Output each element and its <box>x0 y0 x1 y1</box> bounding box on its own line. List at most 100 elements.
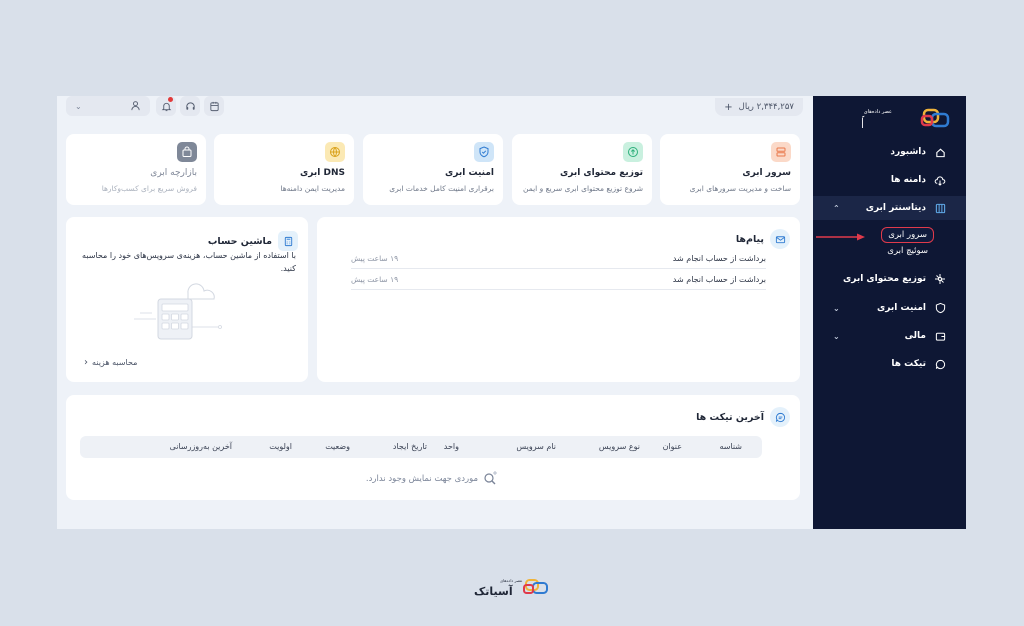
sidebar-item-label: امنیت ابری <box>877 303 926 313</box>
sidebar-item-label: توزیع محتوای ابری <box>842 274 926 284</box>
app-window: آسیاتک عصر داده‌های داشبورد دامنه ها دیت… <box>57 96 966 529</box>
chat-icon <box>770 407 790 427</box>
chat-icon <box>934 358 946 370</box>
wallet-balance[interactable]: ۲,۳۴۴,۲۵۷ ریال + <box>715 98 803 116</box>
cloud-download-icon <box>934 174 946 186</box>
column-header: نام سرویس <box>516 442 556 451</box>
card-description: برقراری امنیت کامل خدمات ابری <box>389 184 494 193</box>
calculator-description: با استفاده از ماشین حساب، هزینه‌ی سرویس‌… <box>82 251 296 273</box>
footer-brand-logo: آسیاتک عصر داده‌های <box>474 578 548 598</box>
calculate-cost-link[interactable]: محاسبه هزینه ‹ <box>84 357 137 368</box>
chevron-left-icon: ‹ <box>84 357 88 368</box>
card-cloud-dns[interactable]: DNS ابری مدیریت ایمن دامنه‌ها <box>214 134 354 205</box>
messages-header: پیام‌ها <box>736 229 790 249</box>
datacenter-icon <box>934 202 946 214</box>
calendar-icon <box>209 97 220 116</box>
column-header: وضعیت <box>325 442 350 451</box>
sidebar-item-cdn[interactable]: توزیع محتوای ابری <box>813 267 966 291</box>
card-cloud-security[interactable]: امنیت ابری برقراری امنیت کامل خدمات ابری <box>363 134 503 205</box>
sidebar-item-domains[interactable]: دامنه ها <box>813 168 966 192</box>
shopping-bag-icon <box>177 142 197 162</box>
card-description: مدیریت ایمن دامنه‌ها <box>280 184 345 193</box>
chevron-down-icon: ⌄ <box>75 101 82 111</box>
chevron-up-icon: ⌃ <box>833 203 840 213</box>
message-row[interactable]: برداشت از حساب انجام شد ۱۹ ساعت پیش <box>351 249 766 269</box>
card-title: بازارچه ابری <box>150 168 197 178</box>
message-time: ۱۹ ساعت پیش <box>351 254 399 263</box>
sidebar-subitem-cloud-server[interactable]: سرور ابری <box>881 227 934 243</box>
mail-icon <box>770 229 790 249</box>
messages-title: پیام‌ها <box>735 233 764 245</box>
sidebar-item-cloud-security[interactable]: امنیت ابری ⌄ <box>813 296 966 320</box>
sidebar-item-label: دامنه ها <box>890 175 926 185</box>
calculator-title: ماشین حساب <box>207 235 272 247</box>
headset-icon <box>185 97 196 116</box>
column-header: شناسه <box>719 442 742 451</box>
sidebar-item-finance[interactable]: مالی ⌄ <box>813 324 966 348</box>
sidebar-item-label: دیتاسنتر ابری <box>865 203 926 213</box>
card-cloud-server[interactable]: سرور ابری ساخت و مدیریت سرورهای ابری <box>660 134 800 205</box>
svg-text:عصر داده‌های: عصر داده‌های <box>864 109 892 115</box>
empty-message: موردی جهت نمایش وجود ندارد. <box>365 474 479 484</box>
calculate-cost-label: محاسبه هزینه <box>92 358 138 367</box>
card-title: امنیت ابری <box>445 168 494 178</box>
shield-icon <box>934 302 946 314</box>
brand-logo[interactable]: آسیاتک عصر داده‌های <box>818 104 954 132</box>
sidebar-subitem-cloud-switch[interactable]: سوئیچ ابری <box>887 246 928 256</box>
column-header: عنوان <box>662 442 682 451</box>
column-header: نوع سرویس <box>598 442 640 451</box>
card-description: ساخت و مدیریت سرورهای ابری <box>689 184 791 193</box>
calculator-header: ماشین حساب <box>208 231 298 251</box>
search-empty-icon <box>482 470 500 488</box>
tickets-header: آخرین تیکت ها <box>696 407 790 427</box>
chevron-down-icon: ⌄ <box>833 331 840 341</box>
sidebar-item-dashboard[interactable]: داشبورد <box>813 140 966 164</box>
calculator-illustration-icon <box>134 283 222 340</box>
card-title: DNS ابری <box>300 168 345 178</box>
sidebar: آسیاتک عصر داده‌های داشبورد دامنه ها دیت… <box>813 96 966 529</box>
tickets-table-header: شناسه عنوان نوع سرویس نام سرویس واحد تار… <box>80 436 762 458</box>
user-icon <box>130 100 141 113</box>
svg-text:عصر داده‌های: عصر داده‌های <box>500 578 523 583</box>
notifications-button[interactable] <box>156 96 176 116</box>
sidebar-item-tickets[interactable]: تیکت ها <box>813 352 966 376</box>
network-icon <box>934 273 946 285</box>
sidebar-item-label: تیکت ها <box>891 359 926 369</box>
column-header: تاریخ ایجاد <box>392 442 427 451</box>
server-icon <box>771 142 791 162</box>
card-cdn[interactable]: توزیع محتوای ابری شروع توزیع محتوای ابری… <box>512 134 652 205</box>
svg-text:آسیاتک: آسیاتک <box>862 115 865 132</box>
message-time: ۱۹ ساعت پیش <box>351 275 399 284</box>
support-button[interactable] <box>180 96 200 116</box>
shield-check-icon <box>474 142 494 162</box>
tickets-empty-state: موردی جهت نمایش وجود ندارد. <box>66 470 800 488</box>
messages-panel: پیام‌ها برداشت از حساب انجام شد ۱۹ ساعت … <box>317 217 800 382</box>
wallet-icon <box>934 330 946 342</box>
balance-amount: ۲,۳۴۴,۲۵۷ ریال <box>738 102 794 112</box>
tickets-panel: آخرین تیکت ها شناسه عنوان نوع سرویس نام … <box>66 395 800 500</box>
tickets-title: آخرین تیکت ها <box>696 411 764 423</box>
annotation-arrow-icon <box>816 233 865 241</box>
home-icon <box>934 146 946 158</box>
card-description: شروع توزیع محتوای ابری سریع و ایمن <box>523 184 643 193</box>
column-header: اولویت <box>269 442 292 451</box>
column-header: آخرین به‌روزرسانی <box>169 442 232 451</box>
user-menu-button[interactable]: ⌄ <box>66 96 150 116</box>
message-text: برداشت از حساب انجام شد <box>672 254 766 263</box>
card-cloud-marketplace[interactable]: بازارچه ابری فروش سریع برای کسب‌وکارها <box>66 134 206 205</box>
add-credit-button[interactable]: + <box>724 102 732 113</box>
sidebar-item-label: داشبورد <box>890 147 926 157</box>
sidebar-item-cloud-datacenter[interactable]: دیتاسنتر ابری ⌃ <box>813 196 966 220</box>
calculator-icon <box>278 231 298 251</box>
column-header: واحد <box>443 442 459 451</box>
globe-icon <box>325 142 345 162</box>
cloud-upload-icon <box>623 142 643 162</box>
sidebar-item-label: مالی <box>904 331 926 341</box>
calculator-panel: ماشین حساب با استفاده از ماشین حساب، هزی… <box>66 217 308 382</box>
card-description: فروش سریع برای کسب‌وکارها <box>101 184 197 193</box>
message-text: برداشت از حساب انجام شد <box>672 275 766 284</box>
calendar-button[interactable] <box>204 96 224 116</box>
message-row[interactable]: برداشت از حساب انجام شد ۱۹ ساعت پیش <box>351 270 766 290</box>
card-title: سرور ابری <box>742 168 791 178</box>
card-title: توزیع محتوای ابری <box>559 168 643 178</box>
